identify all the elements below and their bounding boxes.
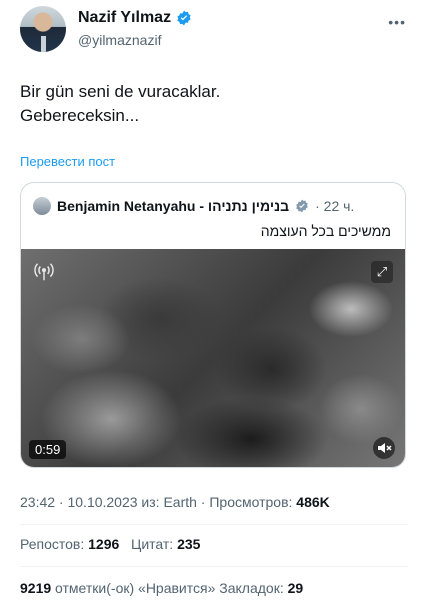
likes-count: 9219	[20, 580, 52, 596]
video-duration: 0:59	[29, 440, 67, 459]
quoted-tweet-text: ממשיכים בכל העוצמה	[260, 223, 391, 239]
verified-badge-icon	[296, 199, 308, 213]
quotes-count: 235	[177, 536, 201, 552]
tweet-meta: 23:42 · 10.10.2023 из: Earth · Просмотро…	[20, 494, 330, 510]
bookmarks-link[interactable]: Закладок: 29	[219, 580, 303, 596]
reposts-link[interactable]: Репостов: 1296	[20, 536, 119, 552]
quoted-tweet-time: · 22 ч.	[315, 198, 355, 214]
quoted-tweet[interactable]: Benjamin Netanyahu - בנימין נתניהו · 22 …	[20, 182, 406, 468]
divider	[20, 524, 408, 525]
engagement-row: Репостов: 1296 Цитат: 235	[20, 536, 200, 552]
reposts-label: Репостов:	[20, 536, 89, 552]
verified-badge-icon	[177, 10, 191, 26]
tweet-text-line-1: Bir gün seni de vuracaklar.	[20, 82, 221, 101]
quoted-author-avatar	[33, 197, 51, 215]
quoted-tweet-header: Benjamin Netanyahu - בנימין נתניהו · 22 …	[33, 197, 393, 215]
video-player[interactable]: ⤢ 0:59	[21, 249, 405, 467]
broadcast-icon	[34, 263, 54, 281]
timestamp[interactable]: 23:42 · 10.10.2023 из: Earth · Просмотро…	[20, 494, 296, 510]
fullscreen-icon[interactable]: ⤢	[371, 261, 393, 283]
quotes-label: Цитат:	[130, 536, 178, 552]
author-name[interactable]: Nazif Yılmaz	[78, 9, 171, 27]
author-avatar[interactable]	[20, 6, 66, 52]
more-options-icon[interactable]: •••	[388, 14, 406, 30]
tweet-text: Bir gün seni de vuracaklar. Gebereceksin…	[20, 80, 410, 128]
author-handle[interactable]: @yilmaznazif	[78, 32, 161, 48]
likes-label: отметки(-ок) «Нравится»	[51, 580, 220, 596]
tweet-text-line-2: Gebereceksin...	[20, 106, 140, 125]
tweet-header: Nazif Yılmaz @yilmaznazif •••	[0, 0, 428, 62]
author-name-row[interactable]: Nazif Yılmaz	[78, 9, 192, 27]
translate-post-link[interactable]: Перевести пост	[20, 154, 115, 169]
quotes-link[interactable]: Цитат: 235	[131, 536, 200, 552]
mute-icon[interactable]	[373, 437, 395, 459]
reposts-count: 1296	[88, 536, 120, 552]
divider	[20, 566, 408, 567]
bookmarks-count: 29	[287, 580, 304, 596]
engagement-row-2: 9219 отметки(-ок) «Нравится» Закладок: 2…	[20, 580, 303, 596]
views-count: 486K	[296, 494, 330, 510]
quoted-author-name: Benjamin Netanyahu - בנימין נתניהו	[57, 198, 290, 214]
likes-link[interactable]: 9219 отметки(-ок) «Нравится»	[20, 580, 219, 596]
bookmarks-label: Закладок:	[219, 580, 288, 596]
